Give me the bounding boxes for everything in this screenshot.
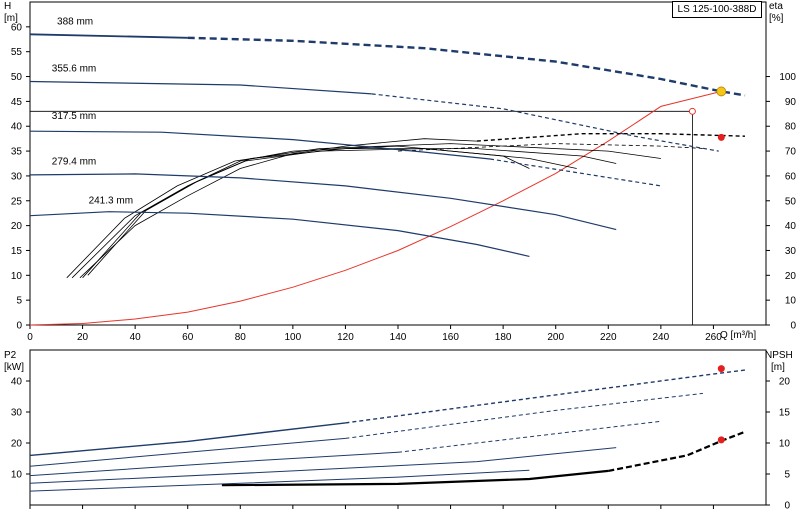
x-tick-label: 220 — [600, 332, 617, 343]
y-tick-label-p2: 20 — [11, 439, 23, 450]
y-tick-label-h: 25 — [11, 196, 23, 207]
x-tick-label: 120 — [337, 332, 354, 343]
pump-curve-figure: 0 5 10 15 20 25 30 35 40 45 50 55 60 0 10 20 30 40 50 60 70 8… — [0, 0, 800, 520]
impeller-label: 279.4 mm — [52, 156, 96, 167]
x-tick-label: 200 — [547, 332, 564, 343]
y-tick-label-h: 50 — [11, 72, 23, 83]
pump-curve-chart: 0510152025303540455055600102030405060708… — [4, 1, 796, 512]
efficiency-curve-0 — [79, 138, 477, 279]
efficiency-curve-dashed-5 — [397, 143, 706, 152]
impeller-label: 355.6 mm — [52, 64, 96, 75]
efficiency-curve-dashed-0 — [476, 133, 746, 142]
y-tick-label-h: 5 — [16, 296, 22, 307]
x-tick-label: 60 — [182, 332, 194, 343]
x-tick-label: 140 — [390, 332, 407, 343]
y-tick-label-npsh: 20 — [779, 377, 791, 388]
y-tick-label-eta: 100 — [779, 72, 796, 83]
y-tick-label-npsh: 10 — [779, 439, 791, 450]
npsh-curve — [221, 469, 609, 487]
x-tick-label: 160 — [442, 332, 459, 343]
y-tick-label-eta: 90 — [785, 97, 797, 108]
y-tick-label-npsh: 0 — [784, 501, 790, 512]
head-efficiency-panel: 0 5 10 15 20 25 30 35 40 45 50 55 60 0 10 20 30 40 50 60 70 8… — [4, 1, 796, 343]
system-curve — [29, 90, 722, 326]
x-tick-label: 0 — [27, 332, 33, 343]
y-tick-label-npsh: 5 — [784, 470, 790, 481]
y-tick-label-h: 30 — [11, 171, 23, 182]
y-axis-unit-p2: [kW] — [4, 362, 24, 373]
npsh-curve-dashed — [608, 430, 746, 472]
y-tick-label-eta: 30 — [785, 246, 797, 257]
plot-frame-lower — [29, 349, 767, 506]
power-curve-dashed-0 — [345, 369, 746, 424]
reference-point-marker — [688, 107, 696, 115]
y-tick-label-h: 35 — [11, 147, 23, 158]
y-tick-label-eta: 0 — [790, 321, 796, 332]
x-tick-label: 240 — [653, 332, 670, 343]
y-tick-label-eta: 60 — [785, 171, 797, 182]
head-curve-1 — [29, 80, 372, 95]
model-title-box: LS 125-100-388D — [672, 1, 762, 18]
npsh-point-marker — [717, 436, 725, 444]
power-curve-2 — [29, 451, 399, 477]
y-tick-label-p2: 40 — [11, 377, 23, 388]
y-tick-label-eta: 40 — [785, 221, 797, 232]
power-curve-0 — [29, 422, 346, 457]
plot-frame — [29, 1, 767, 326]
power-curve-1 — [29, 437, 346, 467]
x-axis-label: Q [m³/h] — [720, 330, 756, 341]
power-curve-dashed-1 — [345, 392, 703, 439]
head-curve-dashed-2 — [489, 158, 661, 187]
head-curve-4 — [29, 211, 530, 257]
power-npsh-panel: 10 20 30 40 0 5 10 15 20 P2[kW] NPSH[m] — [4, 349, 793, 512]
y-tick-label-h: 10 — [11, 271, 23, 282]
power-point-marker — [717, 365, 725, 373]
y-axis-unit-h: [m] — [4, 13, 18, 24]
y-axis-label-h: H — [4, 1, 11, 12]
y-tick-label-h: 0 — [16, 321, 22, 332]
y-axis-label-p2: P2 — [4, 350, 17, 361]
y-tick-label-h: 40 — [11, 122, 23, 133]
y-tick-label-h: 15 — [11, 246, 23, 257]
y-axis-label-npsh: NPSH — [765, 350, 793, 361]
y-tick-label-p2: 10 — [11, 470, 23, 481]
y-tick-label-eta: 50 — [785, 196, 797, 207]
head-curve-0 — [29, 33, 188, 39]
head-curve-dashed-1 — [371, 93, 719, 152]
y-tick-label-npsh: 15 — [779, 408, 791, 419]
y-tick-label-eta: 80 — [785, 122, 797, 133]
x-tick-label: 20 — [77, 332, 89, 343]
x-tick-label: 40 — [130, 332, 142, 343]
y-tick-label-eta: 20 — [785, 271, 797, 282]
x-tick-label: 180 — [495, 332, 512, 343]
y-tick-label-eta: 10 — [785, 296, 797, 307]
y-tick-label-h: 45 — [11, 97, 23, 108]
y-tick-label-h: 55 — [11, 47, 23, 58]
impeller-label: 317.5 mm — [52, 111, 96, 122]
impeller-label: 388 mm — [57, 16, 93, 27]
y-axis-unit-npsh: [m] — [771, 362, 785, 373]
y-axis-unit-eta: [%] — [769, 13, 784, 24]
x-tick-label: 80 — [235, 332, 247, 343]
x-tick-label: 100 — [285, 332, 302, 343]
impeller-label: 241.3 mm — [89, 195, 133, 206]
y-axis-label-eta: eta — [769, 1, 783, 12]
y-tick-label-eta: 70 — [785, 147, 797, 158]
efficiency-point-marker — [717, 133, 725, 141]
operating-point-marker — [716, 86, 727, 97]
y-tick-label-p2: 30 — [11, 408, 23, 419]
y-tick-label-h: 20 — [11, 221, 23, 232]
